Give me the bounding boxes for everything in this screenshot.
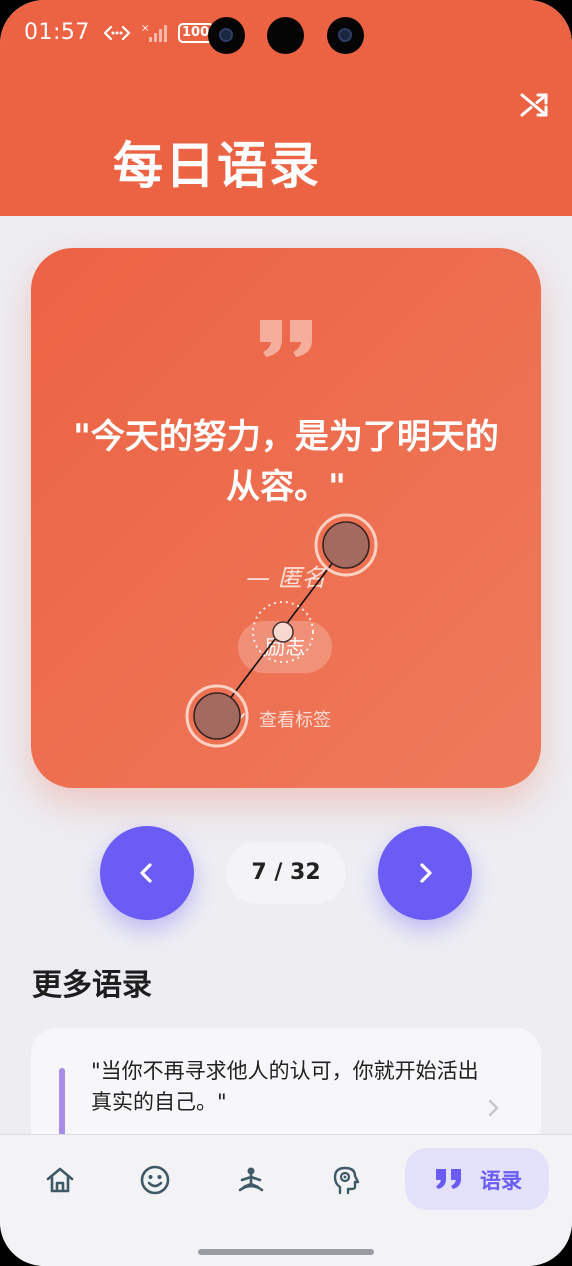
home-indicator[interactable] (198, 1249, 374, 1255)
status-time: 01:57 (24, 20, 90, 45)
tag-chip[interactable]: 励志 (238, 621, 332, 673)
home-icon (46, 1167, 74, 1193)
view-tags-link[interactable]: 查看标签 (229, 706, 331, 732)
data-transfer-icon (103, 25, 131, 41)
camera-cutout-left (208, 17, 245, 54)
quote-mark-icon (260, 320, 312, 357)
signal-icon: × (141, 23, 167, 42)
header: 01:57 × 100 每日语录 (0, 0, 572, 216)
quote-text: "今天的努力，是为了明天的从容。" (73, 417, 499, 507)
previous-quote-button[interactable] (100, 826, 194, 920)
checkmark-icon (231, 713, 245, 724)
nav-quotes[interactable]: 语录 (405, 1148, 549, 1210)
chevron-left-icon (140, 863, 152, 883)
app-screen: 01:57 × 100 每日语录 "今天的努力，是为了明天的从容。" — 匿名 … (0, 0, 572, 1266)
nav-home[interactable] (35, 1157, 85, 1203)
page-title: 每日语录 (113, 137, 321, 195)
nav-mind[interactable] (321, 1157, 371, 1203)
page-indicator: 7 / 32 (226, 842, 346, 904)
nav-quotes-label: 语录 (480, 1169, 522, 1193)
view-tags-label: 查看标签 (259, 710, 331, 731)
more-quotes-title: 更多语录 (32, 968, 152, 1003)
chevron-right-icon (488, 1099, 499, 1117)
camera-cutout-center (267, 17, 304, 54)
more-quote-text: "当你不再寻求他人的认可，你就开始活出真实的自己。" (91, 1059, 479, 1114)
camera-cutout-right (327, 17, 364, 54)
nav-meditation[interactable] (226, 1157, 276, 1203)
next-quote-button[interactable] (378, 826, 472, 920)
status-bar: 01:57 × 100 (0, 0, 572, 70)
head-brain-icon (333, 1166, 360, 1195)
smiley-icon (140, 1165, 170, 1195)
quote-author: — 匿名 (246, 564, 326, 592)
nav-mood[interactable] (130, 1157, 180, 1203)
svg-text:×: × (141, 23, 149, 34)
quote-icon (436, 1169, 461, 1189)
shuffle-icon[interactable] (518, 88, 550, 120)
meditation-icon (238, 1167, 264, 1192)
chevron-right-icon (420, 863, 432, 883)
status-icons: × 100 (102, 22, 214, 44)
quote-card[interactable]: "今天的努力，是为了明天的从容。" — 匿名 励志 查看标签 (31, 248, 541, 788)
bottom-navigation: 语录 (0, 1134, 572, 1266)
